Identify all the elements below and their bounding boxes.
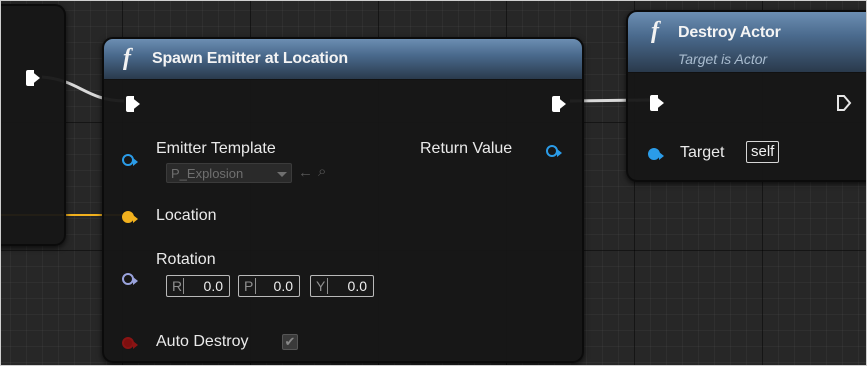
destroy-actor-node[interactable]: f Destroy Actor Target is Actor Target s… [626,10,867,182]
auto-destroy-label: Auto Destroy [156,333,249,350]
upstream-node[interactable] [0,4,66,246]
destroy-actor-title: Destroy Actor [678,24,781,41]
exec-out-pin[interactable] [836,94,852,112]
roll-axis-label: R [172,278,183,294]
yaw-value: 0.0 [347,278,367,294]
roll-value: 0.0 [203,278,223,294]
return-value-label: Return Value [420,140,513,157]
emitter-template-dropdown[interactable]: P_Explosion [166,163,292,183]
spawn-emitter-header[interactable]: f Spawn Emitter at Location [104,39,582,80]
roll-field[interactable]: R 0.0 [166,275,230,297]
roll-separator [183,278,184,294]
exec-out-pin[interactable] [552,96,566,112]
rotation-pin[interactable] [122,273,138,285]
destroy-actor-subtitle: Target is Actor [678,51,768,67]
pitch-separator [255,278,256,294]
rotation-label: Rotation [156,251,216,268]
use-selected-arrow-icon[interactable]: ← [298,164,313,181]
location-pin[interactable] [122,211,138,223]
exec-out-pin[interactable] [26,70,40,86]
return-value-pin[interactable] [546,145,562,157]
chevron-down-icon [277,172,287,177]
function-icon: f [123,45,131,71]
yaw-axis-label: Y [316,278,326,294]
pitch-value: 0.0 [273,278,293,294]
yaw-field[interactable]: Y 0.0 [310,275,374,297]
auto-destroy-pin[interactable] [122,337,138,349]
location-label: Location [156,207,217,224]
destroy-actor-header[interactable]: f Destroy Actor Target is Actor [628,12,867,73]
spawn-emitter-node[interactable]: f Spawn Emitter at Location Emitter Temp… [102,37,584,363]
emitter-template-pin[interactable] [122,154,138,166]
yaw-separator [327,278,328,294]
target-label: Target [680,144,725,161]
browse-search-icon[interactable]: ⌕ [318,163,326,180]
rotation-fields: R 0.0 P 0.0 Y 0.0 [166,275,380,297]
spawn-emitter-title: Spawn Emitter at Location [152,50,348,67]
emitter-template-label: Emitter Template [156,140,276,157]
target-self-field[interactable]: self [746,141,780,163]
exec-in-pin[interactable] [650,95,664,111]
auto-destroy-checkbox[interactable]: ✔ [282,334,298,350]
function-icon: f [651,18,659,44]
pitch-field[interactable]: P 0.0 [238,275,300,297]
exec-in-pin[interactable] [126,96,140,112]
pitch-axis-label: P [244,278,254,294]
emitter-template-value: P_Explosion [171,166,244,181]
target-pin[interactable] [648,148,664,160]
